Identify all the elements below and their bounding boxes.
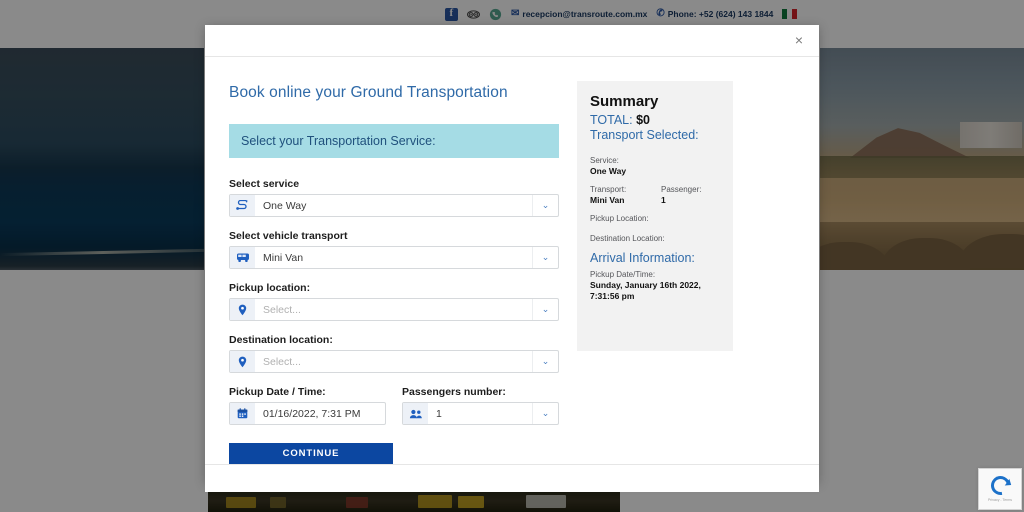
summary-service-value: One Way bbox=[590, 166, 627, 176]
summary-passenger-value: 1 bbox=[661, 195, 666, 205]
booking-modal: × Book online your Ground Transportation… bbox=[205, 25, 819, 492]
field-vehicle-label: Select vehicle transport bbox=[229, 230, 348, 242]
summary-service-label: Service: bbox=[590, 156, 619, 165]
field-pickup-datetime: Pickup Date / Time: 01/16/2022, 7:31 PM bbox=[229, 386, 386, 425]
booking-form: Book online your Ground Transportation S… bbox=[229, 81, 577, 464]
modal-footer bbox=[205, 464, 819, 492]
field-destination-location-label: Destination location: bbox=[229, 334, 333, 346]
summary-passenger-label: Passenger: bbox=[661, 185, 702, 194]
summary-destination-location-label: Destination Location: bbox=[590, 234, 665, 243]
field-service: Select service One Way ⌄ bbox=[229, 178, 559, 217]
close-icon[interactable]: × bbox=[791, 31, 807, 49]
field-passengers: Passengers number: 1 ⌄ bbox=[402, 386, 559, 425]
summary-transport-passenger-row: Transport: Mini Van Passenger: 1 bbox=[590, 185, 720, 214]
vehicle-select-value: Mini Van bbox=[263, 251, 304, 264]
summary-panel: Summary TOTAL: $0 Transport Selected: Se… bbox=[577, 81, 733, 351]
chevron-down-icon[interactable]: ⌄ bbox=[532, 351, 558, 372]
field-destination-location: Destination location: Select... ⌄ bbox=[229, 334, 559, 373]
passengers-value: 1 bbox=[436, 407, 442, 420]
summary-transport-selected-label: Transport Selected: bbox=[590, 128, 699, 142]
map-pin-icon bbox=[230, 299, 255, 320]
summary-total-value: $0 bbox=[636, 113, 650, 127]
destination-location-select[interactable]: Select... ⌄ bbox=[229, 350, 559, 373]
summary-total-label: TOTAL: bbox=[590, 113, 633, 127]
destination-location-value: Select... bbox=[263, 355, 301, 368]
recaptcha-text: Privacy - Terms bbox=[987, 498, 1013, 502]
summary-title: Summary bbox=[590, 93, 659, 110]
field-passengers-label: Passengers number: bbox=[402, 386, 506, 398]
passengers-icon bbox=[403, 403, 428, 424]
map-pin-icon bbox=[230, 351, 255, 372]
date-passengers-row: Pickup Date / Time: 01/16/2022, 7:31 PM … bbox=[229, 386, 559, 425]
summary-transport-value: Mini Van bbox=[590, 195, 625, 205]
field-service-label: Select service bbox=[229, 178, 300, 190]
service-banner: Select your Transportation Service: bbox=[229, 124, 559, 158]
summary-pickup-location-label: Pickup Location: bbox=[590, 214, 649, 223]
pickup-location-select[interactable]: Select... ⌄ bbox=[229, 298, 559, 321]
recaptcha-badge[interactable]: Privacy - Terms bbox=[978, 468, 1022, 510]
service-select-value: One Way bbox=[263, 199, 307, 212]
summary-pickup-datetime-value: Sunday, January 16th 2022, 7:31:56 pm bbox=[590, 280, 701, 302]
route-icon bbox=[230, 195, 255, 216]
field-pickup-location-label: Pickup location: bbox=[229, 282, 311, 294]
summary-passenger: Passenger: 1 bbox=[661, 185, 720, 214]
field-vehicle: Select vehicle transport Mini Van ⌄ bbox=[229, 230, 559, 269]
chevron-down-icon[interactable]: ⌄ bbox=[532, 195, 558, 216]
continue-button[interactable]: CONTINUE bbox=[229, 443, 393, 464]
recaptcha-icon bbox=[986, 472, 1014, 499]
pickup-datetime-value: 01/16/2022, 7:31 PM bbox=[263, 407, 361, 420]
chevron-down-icon[interactable]: ⌄ bbox=[532, 299, 558, 320]
vehicle-select[interactable]: Mini Van ⌄ bbox=[229, 246, 559, 269]
summary-total: TOTAL: $0 bbox=[590, 113, 720, 127]
field-pickup-location: Pickup location: Select... ⌄ bbox=[229, 282, 559, 321]
chevron-down-icon[interactable]: ⌄ bbox=[532, 403, 558, 424]
page-title: Book online your Ground Transportation bbox=[229, 84, 508, 101]
calendar-icon bbox=[230, 403, 255, 424]
passengers-select[interactable]: 1 ⌄ bbox=[402, 402, 559, 425]
summary-transport-label: Transport: bbox=[590, 185, 627, 194]
summary-arrival-title: Arrival Information: bbox=[590, 251, 695, 265]
pickup-location-value: Select... bbox=[263, 303, 301, 316]
field-pickup-datetime-label: Pickup Date / Time: bbox=[229, 386, 326, 398]
chevron-down-icon[interactable]: ⌄ bbox=[532, 247, 558, 268]
service-select[interactable]: One Way ⌄ bbox=[229, 194, 559, 217]
modal-header: × bbox=[205, 25, 819, 57]
summary-transport: Transport: Mini Van bbox=[590, 185, 649, 214]
summary-pickup-datetime-label: Pickup Date/Time: bbox=[590, 270, 656, 279]
modal-body: Book online your Ground Transportation S… bbox=[205, 57, 819, 464]
van-icon bbox=[230, 247, 255, 268]
pickup-datetime-input[interactable]: 01/16/2022, 7:31 PM bbox=[229, 402, 386, 425]
